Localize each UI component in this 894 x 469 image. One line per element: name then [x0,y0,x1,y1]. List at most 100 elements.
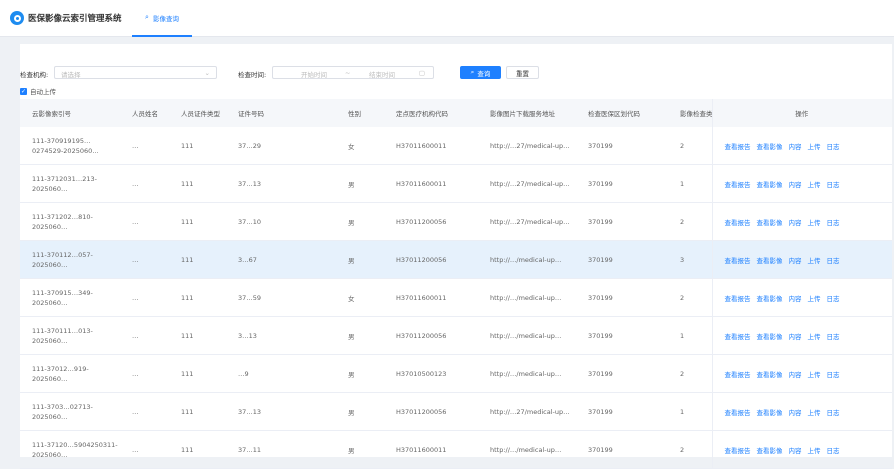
action-link[interactable]: 上传 [808,143,821,151]
search-icon: ⌕ [470,68,475,76]
action-link[interactable]: 查看影像 [757,371,783,379]
action-link[interactable]: 查看报告 [725,447,751,455]
query-button[interactable]: ⌕ 查询 [460,66,501,79]
action-link[interactable]: 查看影像 [757,257,783,265]
action-link[interactable]: 查看影像 [757,447,783,455]
action-link[interactable]: 内容 [789,333,802,341]
action-link[interactable]: 上传 [808,295,821,303]
cell-region: 370199 [576,392,668,431]
cell-org-code: H37011600011 [384,164,478,203]
action-link[interactable]: 上传 [808,371,821,379]
action-link[interactable]: 查看影像 [757,333,783,341]
auto-upload-label: 自动上传 [30,88,56,96]
cell-actions: 查看报告 查看影像 内容 上传 日志 [711,430,892,469]
action-link[interactable]: 内容 [789,295,802,303]
action-link[interactable]: 上传 [808,447,821,455]
action-link[interactable]: 日志 [827,143,840,151]
action-link[interactable]: 查看报告 [725,257,751,265]
cell-id-no: 37…29 [226,127,336,165]
action-link[interactable]: 日志 [827,371,840,379]
cell-index-no: 111-3712031…213-2025060… [20,164,120,203]
action-link[interactable]: 日志 [827,219,840,227]
cell-name: … [120,354,169,393]
column-header: 检查医保区划代码 [576,99,668,127]
action-link[interactable]: 内容 [789,371,802,379]
main-panel: 检查机构: 请选择 ⌄ 检查时间: 开始时间 ~ 结束时间 ▢ ⌕ 查询 重置 … [20,44,892,469]
action-link[interactable]: 内容 [789,257,802,265]
table-row[interactable]: 111-3703…02713-2025060…… 111 37…13 男 H370112… [20,392,892,431]
org-select[interactable]: 请选择 ⌄ [54,66,217,79]
action-link[interactable]: 日志 [827,295,840,303]
cell-id-no: 37…13 [226,164,336,203]
action-link[interactable]: 日志 [827,409,840,417]
action-link[interactable]: 查看影像 [757,295,783,303]
action-link[interactable]: 查看报告 [725,333,751,341]
column-header: 操作 [711,99,892,127]
action-link[interactable]: 上传 [808,181,821,189]
tab-image-query[interactable]: ⌕ 影像查询 [132,0,192,37]
action-link[interactable]: 内容 [789,181,802,189]
action-link[interactable]: 查看影像 [757,409,783,417]
cell-gender: 男 [336,430,384,469]
column-header: 人员姓名 [120,99,169,127]
action-link[interactable]: 查看报告 [725,371,751,379]
auto-upload-checkbox[interactable]: ✓ 自动上传 [20,86,56,96]
cell-url: http://…27/medical-up… [478,392,576,431]
time-label: 检查时间: [238,71,267,79]
action-link[interactable]: 上传 [808,257,821,265]
action-link[interactable]: 日志 [827,447,840,455]
query-button-label: 查询 [477,69,491,78]
cell-gender: 男 [336,316,384,355]
tab-label: 影像查询 [152,14,179,23]
table-row[interactable]: 111-370111…013-2025060…… 111 3…13 男 H3701120… [20,316,892,355]
table-row[interactable]: 111-371202…810-2025060…… 111 37…10 男 H370112… [20,202,892,241]
cell-org-code: H37011600011 [384,430,478,469]
cell-org-code: H37011600011 [384,278,478,317]
cell-region: 370199 [576,240,668,279]
action-link[interactable]: 查看报告 [725,143,751,151]
action-link[interactable]: 查看报告 [725,219,751,227]
action-link[interactable]: 内容 [789,409,802,417]
action-link[interactable]: 查看影像 [757,219,783,227]
action-link[interactable]: 查看影像 [757,143,783,151]
action-link[interactable]: 查看报告 [725,295,751,303]
cell-url: http://…27/medical-up… [478,202,576,241]
table-row[interactable]: 111-370915…349-2025060…… 111 37…59 女 H370116… [20,278,892,317]
table-row[interactable]: 111-370919195…0274529-2025060…… 111 37…29 女… [20,127,892,165]
cell-id-type: 111 [169,392,226,431]
org-label: 检查机构: [20,71,49,79]
action-link[interactable]: 日志 [827,181,840,189]
table-row[interactable]: 111-37120…5904250311-2025060…… 111 37…11 男 H… [20,430,892,469]
action-link[interactable]: 查看影像 [757,181,783,189]
action-link[interactable]: 日志 [827,257,840,265]
action-link[interactable]: 查看报告 [725,409,751,417]
cell-id-no: 37…11 [226,430,336,469]
cell-id-type: 111 [169,316,226,355]
action-link[interactable]: 上传 [808,219,821,227]
action-link[interactable]: 查看报告 [725,181,751,189]
cell-url: http://…/medical-up… [478,278,576,317]
reset-button[interactable]: 重置 [506,66,539,79]
cell-id-type: 111 [169,127,226,165]
action-link[interactable]: 上传 [808,409,821,417]
calendar-icon: ▢ [418,69,425,77]
action-link[interactable]: 内容 [789,143,802,151]
search-icon: ⌕ [145,13,149,21]
action-link[interactable]: 内容 [789,219,802,227]
table-row[interactable]: 111-370112…057-2025060…… 111 3…67 男 H3701120… [20,240,892,279]
cell-id-type: 111 [169,202,226,241]
table-row[interactable]: 111-37012…919-2025060…… 111 …9 男 H3701050012… [20,354,892,393]
date-range-picker[interactable]: 开始时间 ~ 结束时间 ▢ [272,66,434,79]
table-row[interactable]: 111-3712031…213-2025060…… 111 37…13 男 H37011… [20,164,892,203]
checkbox-checked-icon: ✓ [20,87,27,95]
action-link[interactable]: 上传 [808,333,821,341]
action-link[interactable]: 日志 [827,333,840,341]
cell-org-code: H37011200056 [384,202,478,241]
cell-actions: 查看报告 查看影像 内容 上传 日志 [711,392,892,431]
cell-name: … [120,164,169,203]
cell-actions: 查看报告 查看影像 内容 上传 日志 [711,354,892,393]
cell-url: http://…/medical-up… [478,430,576,469]
cell-index-no: 111-371202…810-2025060… [20,202,120,241]
action-link[interactable]: 内容 [789,447,802,455]
cell-region: 370199 [576,164,668,203]
